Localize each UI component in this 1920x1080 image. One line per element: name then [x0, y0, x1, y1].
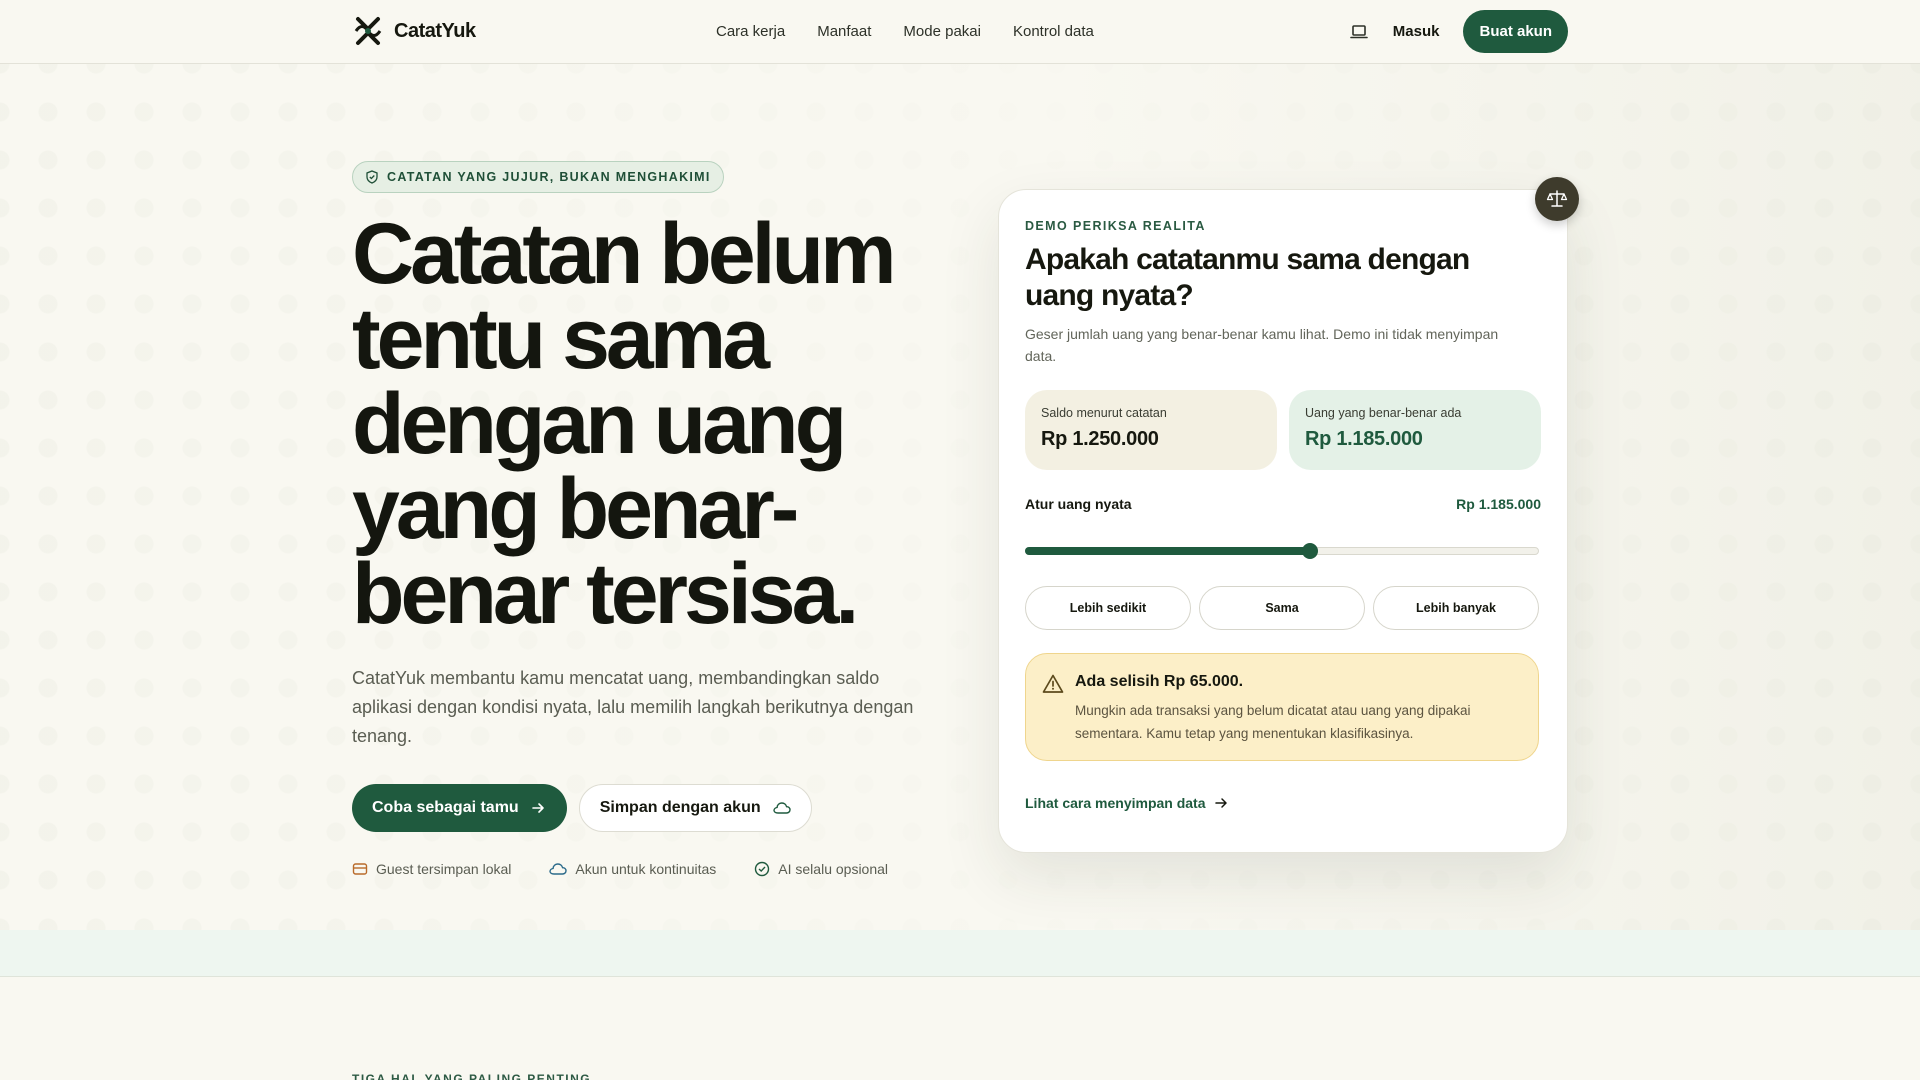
reality-check-demo-card: DEMO PERIKSA REALITA Apakah catatanmu sa… — [998, 189, 1568, 853]
alert-title: Ada selisih Rp 65.000. — [1075, 673, 1244, 690]
storage-box-icon — [352, 863, 368, 875]
create-account-button[interactable]: Buat akun — [1463, 10, 1568, 53]
arrow-right-icon — [1214, 798, 1227, 808]
slider-value: Rp 1.185.000 — [1456, 496, 1541, 512]
warning-triangle-icon — [1042, 674, 1064, 693]
feature-account-continuity: Akun untuk kontinuitas — [549, 861, 716, 877]
see-data-storage-link[interactable]: Lihat cara menyimpan data — [1025, 795, 1228, 811]
actual-balance-box: Uang yang benar-benar ada Rp 1.185.000 — [1289, 390, 1541, 470]
hero-subtitle: CatatYuk membantu kamu mencatat uang, me… — [352, 668, 914, 746]
feature-guest-local-label: Guest tersimpan lokal — [376, 861, 512, 877]
choice-same-button[interactable]: Sama — [1199, 586, 1365, 630]
demo-title: Apakah catatanmu sama dengan uang nyata? — [1025, 243, 1470, 312]
check-circle-icon — [755, 861, 770, 877]
try-as-guest-label: Coba sebagai tamu — [372, 799, 519, 816]
save-with-account-label: Simpan dengan akun — [599, 799, 761, 816]
nav-link-mode-pakai[interactable]: Mode pakai — [903, 23, 981, 40]
arrow-right-icon — [531, 803, 544, 813]
top-navbar: CatatYuk Cara kerja Manfaat Mode pakai K… — [0, 0, 1920, 64]
demo-description: Geser jumlah uang yang benar-benar kamu … — [1025, 326, 1499, 364]
demo-eyebrow: DEMO PERIKSA REALITA — [1025, 219, 1206, 233]
feature-account-continuity-label: Akun untuk kontinuitas — [575, 861, 717, 877]
slider-label: Atur uang nyata — [1025, 496, 1132, 512]
background-fade — [0, 64, 1920, 930]
section-divider-strip — [0, 930, 1920, 977]
hero-buttons: Coba sebagai tamu Simpan dengan akun — [352, 784, 812, 832]
choice-more-button[interactable]: Lebih banyak — [1373, 586, 1539, 630]
hero-badge: CATATAN YANG JUJUR, BUKAN MENGHAKIMI — [352, 161, 724, 193]
laptop-icon[interactable] — [1349, 22, 1369, 42]
cloud-icon — [772, 802, 791, 814]
choice-less-button[interactable]: Lebih sedikit — [1025, 586, 1191, 630]
brand[interactable]: CatatYuk — [352, 15, 476, 47]
nav-link-manfaat[interactable]: Manfaat — [817, 23, 871, 40]
hero-features: Guest tersimpan lokal Akun untuk kontinu… — [352, 861, 888, 877]
background-pattern — [0, 64, 1920, 930]
try-as-guest-button[interactable]: Coba sebagai tamu — [352, 784, 567, 832]
nav-links: Cara kerja Manfaat Mode pakai Kontrol da… — [716, 23, 1094, 40]
feature-guest-local: Guest tersimpan lokal — [352, 861, 511, 877]
recorded-balance-box: Saldo menurut catatan Rp 1.250.000 — [1025, 390, 1277, 470]
slider-thumb[interactable] — [1302, 543, 1319, 559]
alert-body: Mungkin ada transaksi yang belum dicatat… — [1075, 703, 1471, 741]
brand-name: CatatYuk — [394, 19, 476, 42]
save-with-account-button[interactable]: Simpan dengan akun — [578, 784, 812, 832]
slider-fill — [1025, 547, 1310, 555]
actual-money-slider[interactable] — [1025, 543, 1539, 559]
cloud-icon — [549, 863, 568, 875]
difference-alert: Ada selisih Rp 65.000. Mungkin ada trans… — [1025, 653, 1539, 761]
login-link[interactable]: Masuk — [1393, 23, 1440, 40]
scale-badge — [1535, 177, 1579, 221]
see-data-storage-label: Lihat cara menyimpan data — [1025, 795, 1206, 811]
brand-logo-icon — [354, 17, 382, 45]
nav-actions: Masuk Buat akun — [1349, 10, 1568, 53]
recorded-balance-value: Rp 1.250.000 — [1041, 428, 1159, 450]
recorded-balance-label: Saldo menurut catatan — [1041, 406, 1167, 420]
hero-title: Catatan belum tentu sama dengan uang yan… — [352, 206, 897, 642]
actual-balance-label: Uang yang benar-benar ada — [1305, 406, 1462, 420]
nav-link-kontrol-data[interactable]: Kontrol data — [1013, 23, 1094, 40]
feature-ai-optional: AI selalu opsional — [754, 861, 888, 877]
feature-ai-optional-label: AI selalu opsional — [778, 861, 889, 877]
balance-scale-icon — [1546, 190, 1568, 207]
nav-link-cara-kerja[interactable]: Cara kerja — [716, 23, 785, 40]
shield-check-icon — [366, 170, 378, 184]
comparison-choices: Lebih sedikit Sama Lebih banyak — [1025, 586, 1539, 630]
next-section-eyebrow: TIGA HAL YANG PALING PENTING — [352, 1072, 592, 1080]
hero-badge-label: CATATAN YANG JUJUR, BUKAN MENGHAKIMI — [387, 170, 711, 184]
actual-balance-value: Rp 1.185.000 — [1305, 428, 1423, 450]
